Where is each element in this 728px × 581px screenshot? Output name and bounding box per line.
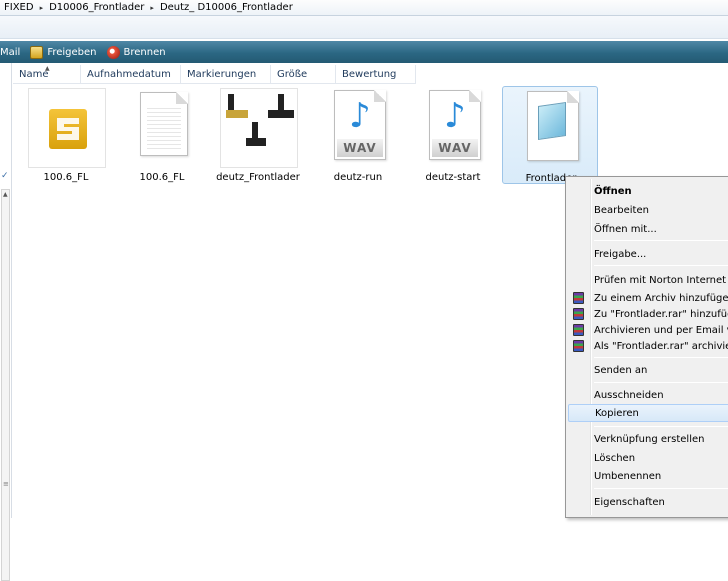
chevron-down-icon[interactable]: ✓ bbox=[1, 171, 9, 181]
breadcrumb-separator-icon[interactable]: ▸ bbox=[38, 4, 46, 12]
file-item[interactable]: 100.6_FL bbox=[18, 86, 114, 184]
column-name[interactable]: ▲ Name bbox=[13, 65, 81, 84]
column-label: Größe bbox=[277, 69, 308, 80]
mail-button[interactable]: Mail bbox=[0, 47, 20, 58]
address-bar[interactable]: FIXED ▸ D10006_Frontlader ▸ Deutz_ D1000… bbox=[0, 0, 728, 16]
column-headers: ▲ Name Aufnahmedatum Markierungen Größe … bbox=[13, 65, 416, 84]
winrar-icon bbox=[573, 308, 584, 320]
menu-item-label: Zu einem Archiv hinzufügen... bbox=[594, 292, 728, 304]
menu-item-share[interactable]: Freigabe... bbox=[568, 245, 728, 263]
menu-item-properties[interactable]: Eigenschaften bbox=[568, 493, 728, 511]
navigation-pane: ✓ ▲ ≡ bbox=[0, 63, 12, 581]
winrar-icon bbox=[573, 340, 584, 352]
menu-item-delete[interactable]: Löschen bbox=[568, 449, 728, 467]
column-label: Markierungen bbox=[187, 69, 257, 80]
file-item[interactable]: 100.6_FL bbox=[114, 86, 210, 184]
mail-label: Mail bbox=[0, 46, 21, 58]
menu-item-label: Als "Frontlader.rar" archivieren und per… bbox=[594, 340, 728, 352]
breadcrumb-separator-icon[interactable]: ▸ bbox=[148, 4, 156, 12]
breadcrumb-segment[interactable]: FIXED bbox=[0, 2, 38, 13]
share-label: Freigeben bbox=[47, 46, 97, 58]
menu-separator bbox=[594, 265, 728, 266]
menu-item-cut[interactable]: Ausschneiden bbox=[568, 386, 728, 404]
menu-item-edit[interactable]: Bearbeiten bbox=[568, 201, 728, 219]
command-bar: Mail Freigeben Brennen bbox=[0, 41, 728, 63]
wav-audio-icon: ♪ WAV bbox=[320, 88, 398, 168]
file-item-selected[interactable]: Frontlader bbox=[502, 86, 598, 184]
menu-item-create-shortcut[interactable]: Verknüpfung erstellen bbox=[568, 430, 728, 448]
wav-audio-icon: ♪ WAV bbox=[415, 88, 493, 168]
context-menu: Öffnen Bearbeiten Öffnen mit... Freigabe… bbox=[565, 176, 728, 518]
file-name: 100.6_FL bbox=[139, 172, 185, 183]
nav-scrollbar[interactable]: ▲ ≡ bbox=[1, 189, 10, 581]
column-rating[interactable]: Bewertung bbox=[336, 65, 416, 84]
menu-item-copy[interactable]: Kopieren bbox=[568, 404, 728, 422]
scroll-grip-icon[interactable]: ≡ bbox=[3, 480, 9, 488]
menu-separator bbox=[594, 240, 728, 241]
burn-label: Brennen bbox=[123, 46, 166, 58]
document-icon bbox=[124, 88, 202, 168]
file-name: deutz-start bbox=[425, 172, 481, 183]
notepad-icon bbox=[513, 89, 591, 169]
file-name: deutz_Frontlader bbox=[216, 172, 300, 183]
column-label: Bewertung bbox=[342, 69, 397, 80]
file-item[interactable]: deutz_Frontlader bbox=[210, 86, 306, 184]
menu-separator bbox=[594, 488, 728, 489]
file-item[interactable]: ♪ WAV deutz-start bbox=[405, 86, 501, 184]
search-strip bbox=[0, 16, 728, 39]
column-label: Aufnahmedatum bbox=[87, 69, 171, 80]
menu-item-norton[interactable]: Prüfen mit Norton Internet Security bbox=[568, 271, 728, 289]
wav-badge: WAV bbox=[432, 139, 478, 157]
menu-separator bbox=[594, 382, 728, 383]
music-note-icon: ♪ bbox=[349, 96, 371, 136]
menu-separator bbox=[594, 357, 728, 358]
file-item[interactable]: ♪ WAV deutz-run bbox=[310, 86, 406, 184]
breadcrumb-segment[interactable]: Deutz_ D10006_Frontlader bbox=[156, 2, 297, 13]
menu-item-archive-rar-email[interactable]: Als "Frontlader.rar" archivieren und per… bbox=[568, 337, 728, 355]
menu-item-label: Zu "Frontlader.rar" hinzufügen bbox=[594, 308, 728, 320]
menu-item-rename[interactable]: Umbenennen bbox=[568, 467, 728, 485]
file-name: deutz-run bbox=[333, 172, 383, 183]
wav-badge: WAV bbox=[337, 139, 383, 157]
share-button[interactable]: Freigeben bbox=[30, 45, 97, 59]
image-icon bbox=[220, 88, 298, 168]
burn-button[interactable]: Brennen bbox=[106, 45, 166, 59]
music-note-icon: ♪ bbox=[444, 96, 466, 136]
breadcrumb-segment[interactable]: D10006_Frontlader bbox=[45, 2, 148, 13]
file-name: 100.6_FL bbox=[43, 172, 89, 183]
winrar-icon bbox=[573, 292, 584, 304]
menu-item-send-to[interactable]: Senden an bbox=[568, 361, 728, 379]
menu-separator bbox=[594, 426, 728, 427]
menu-item-label: Archivieren und per Email versenden... bbox=[594, 324, 728, 336]
column-date[interactable]: Aufnahmedatum bbox=[81, 65, 181, 84]
burn-disc-icon bbox=[106, 45, 120, 59]
menu-item-open-with[interactable]: Öffnen mit... bbox=[568, 220, 728, 238]
share-icon bbox=[30, 45, 44, 59]
column-tags[interactable]: Markierungen bbox=[181, 65, 271, 84]
column-size[interactable]: Größe bbox=[271, 65, 336, 84]
menu-item-open[interactable]: Öffnen bbox=[568, 182, 728, 200]
winrar-icon bbox=[573, 324, 584, 336]
application-icon bbox=[28, 88, 106, 168]
sort-arrow-icon: ▲ bbox=[45, 65, 50, 72]
scroll-up-icon[interactable]: ▲ bbox=[3, 191, 8, 198]
